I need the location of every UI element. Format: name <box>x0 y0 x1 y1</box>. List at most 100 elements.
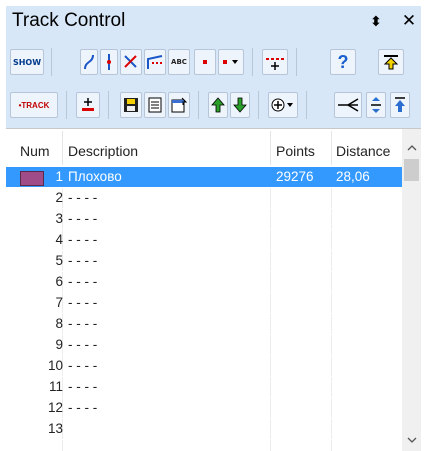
toolbar: SHOW ABC ? •TRACK <box>6 36 421 128</box>
table-row[interactable]: 6 - - - - <box>6 272 402 293</box>
arrow-button[interactable] <box>120 49 142 75</box>
scroll-up-button[interactable] <box>402 139 421 157</box>
properties-icon <box>171 97 188 113</box>
row-num: 8 <box>55 316 63 331</box>
row-distance <box>336 419 400 439</box>
row-num: 6 <box>55 274 63 289</box>
column-header-description[interactable]: Description <box>64 141 270 161</box>
split-icon <box>107 54 111 70</box>
row-description <box>68 419 268 439</box>
table-row[interactable]: 13 <box>6 419 402 440</box>
track-button[interactable]: •TRACK <box>10 92 58 118</box>
help-button[interactable]: ? <box>330 49 356 75</box>
table-row[interactable]: 5 - - - - <box>6 251 402 272</box>
row-description: - - - - <box>68 232 98 247</box>
row-distance <box>336 398 400 418</box>
table-row[interactable]: 11 - - - - <box>6 377 402 398</box>
row-description: - - - - <box>68 253 98 268</box>
row-points <box>276 335 336 355</box>
join-button[interactable] <box>334 92 362 118</box>
row-distance <box>336 188 400 208</box>
add-dropdown-button[interactable] <box>268 92 298 118</box>
table-row[interactable]: 4 - - - - <box>6 230 402 251</box>
dot-dropdown-icon <box>223 60 238 64</box>
row-points <box>276 377 336 397</box>
table-row[interactable]: 2 - - - - <box>6 188 402 209</box>
move-top-button[interactable] <box>390 92 410 118</box>
dot-dropdown-button[interactable] <box>218 49 244 75</box>
scroll-thumb[interactable] <box>404 159 419 181</box>
row-description: - - - - <box>68 379 98 394</box>
track-edit-icon <box>82 98 94 111</box>
move-up-button[interactable] <box>208 92 228 118</box>
dot-button[interactable] <box>194 49 216 75</box>
path-button[interactable] <box>144 49 166 75</box>
move-down-button[interactable] <box>230 92 250 118</box>
save-icon <box>124 98 138 112</box>
row-description: - - - - <box>68 211 98 226</box>
row-num: 2 <box>55 190 63 205</box>
pin-icon: ⬍ <box>370 12 382 29</box>
row-description: - - - - <box>68 316 98 331</box>
table-body: 1 Плохово 29276 28,06 2 - - - - 3 - - - - 4 - - -… <box>6 167 402 440</box>
show-button[interactable]: SHOW <box>10 49 44 75</box>
scroll-down-button[interactable] <box>402 431 421 449</box>
row-description: - - - - <box>68 190 98 205</box>
row-distance <box>336 272 400 292</box>
move-top-icon <box>395 97 405 112</box>
add-point-button[interactable] <box>262 49 288 75</box>
abc-button[interactable]: ABC <box>168 49 190 75</box>
dot-icon <box>203 60 207 64</box>
upload-button[interactable] <box>378 49 404 75</box>
vertical-scrollbar[interactable] <box>402 129 421 451</box>
table-row[interactable]: 1 Плохово 29276 28,06 <box>6 167 402 188</box>
add-point-icon <box>266 58 284 70</box>
row-points <box>276 188 336 208</box>
track-icon: •TRACK <box>18 100 50 110</box>
table-row[interactable]: 12 - - - - <box>6 398 402 419</box>
row-points <box>276 293 336 313</box>
track-edit-button[interactable] <box>76 92 100 118</box>
table-row[interactable]: 10 - - - - <box>6 356 402 377</box>
pin-button[interactable]: ⬍ <box>362 11 390 31</box>
row-description: - - - - <box>68 400 98 415</box>
row-num: 1 <box>55 169 63 184</box>
column-header-points[interactable]: Points <box>272 141 332 161</box>
close-button[interactable]: ✕ <box>398 11 420 31</box>
join-icon <box>338 98 359 112</box>
row-num: 10 <box>47 358 63 373</box>
add-dropdown-icon <box>271 98 293 112</box>
title-bar[interactable]: Track Control ⬍ ✕ <box>6 6 421 36</box>
table-row[interactable]: 3 - - - - <box>6 209 402 230</box>
table-row[interactable]: 9 - - - - <box>6 335 402 356</box>
row-num: 12 <box>47 400 63 415</box>
curve-button[interactable] <box>80 49 98 75</box>
list-button[interactable] <box>144 92 166 118</box>
show-icon: SHOW <box>12 57 42 67</box>
window-title: Track Control <box>12 10 126 31</box>
column-header-distance[interactable]: Distance <box>332 141 402 161</box>
row-distance <box>336 377 400 397</box>
split-button[interactable] <box>100 49 118 75</box>
row-distance <box>336 356 400 376</box>
row-points <box>276 230 336 250</box>
track-control-window: Track Control ⬍ ✕ SHOW ABC ? •TRACK Num … <box>0 0 427 451</box>
row-distance <box>336 335 400 355</box>
properties-button[interactable] <box>168 92 190 118</box>
row-points <box>276 272 336 292</box>
row-distance <box>336 230 400 250</box>
row-num: 11 <box>48 379 63 394</box>
arrow-icon <box>124 55 137 68</box>
column-header-num[interactable]: Num <box>16 141 68 161</box>
row-distance <box>336 251 400 271</box>
table-row[interactable]: 8 - - - - <box>6 314 402 335</box>
insert-button[interactable] <box>366 92 386 118</box>
move-up-icon <box>211 97 225 113</box>
save-button[interactable] <box>120 92 142 118</box>
table-row[interactable]: 7 - - - - <box>6 293 402 314</box>
list-icon <box>148 97 162 113</box>
row-points <box>276 251 336 271</box>
row-points <box>276 419 336 439</box>
track-table: Num Description Points Distance 1 Плохово… <box>6 128 421 451</box>
row-points <box>276 398 336 418</box>
